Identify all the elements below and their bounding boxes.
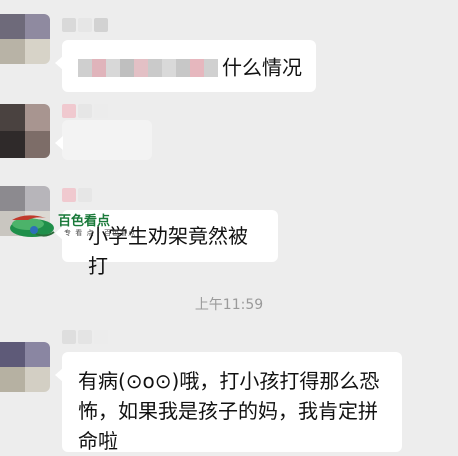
redacted-text-mosaic [78,58,218,77]
nickname-redacted [62,18,108,32]
message-bubble[interactable]: 有病(⊙o⊙)哦，打小孩打得那么恐怖，如果我是孩子的妈，我肯定拼命啦 [55,352,402,453]
bird-logo-icon [10,215,55,237]
nickname-redacted [62,188,108,202]
avatar[interactable] [0,14,50,64]
message-bubble[interactable]: 什么情况 [55,40,316,92]
avatar[interactable] [0,342,50,392]
nickname-redacted [62,104,108,118]
avatar[interactable] [0,104,50,158]
nickname-redacted [62,330,108,344]
watermark-subtitle: 专 看 点 · 百色看点 [64,229,137,237]
message-text: 有病(⊙o⊙)哦，打小孩打得那么恐怖，如果我是孩子的妈，我肯定拼命啦 [78,369,380,453]
chat-timestamp: 上午11:59 [194,297,264,313]
watermark-logo: 百色看点 专 看 点 · 百色看点 [6,208,135,242]
message-bubble[interactable] [55,120,152,160]
watermark-title: 百色看点 [58,214,111,229]
message-text: 什么情况 [222,55,302,80]
